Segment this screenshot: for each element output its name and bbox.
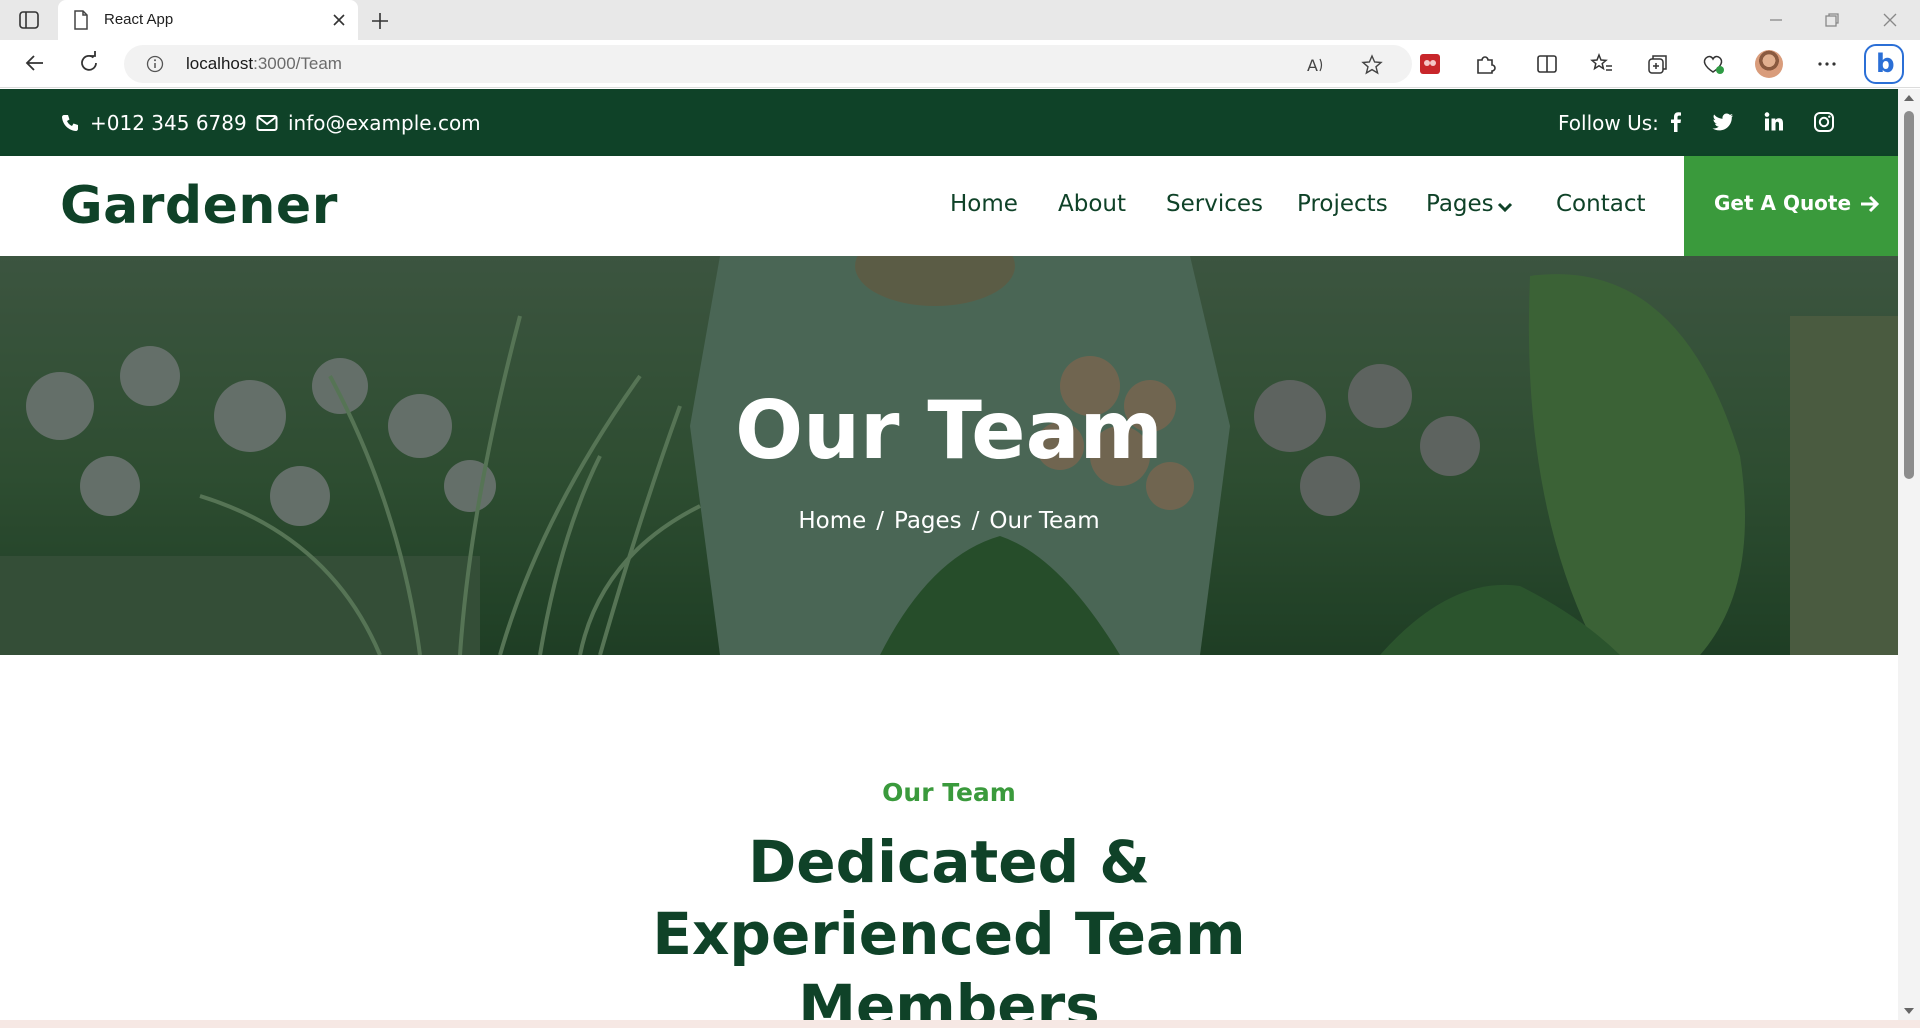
breadcrumb-home[interactable]: Home xyxy=(798,508,866,534)
page-icon xyxy=(74,10,88,30)
restore-icon[interactable] xyxy=(1820,8,1844,32)
close-window-icon[interactable] xyxy=(1878,8,1902,32)
section-eyebrow: Our Team xyxy=(882,778,1016,807)
url-host: localhost xyxy=(186,54,254,73)
collections-icon[interactable] xyxy=(1645,51,1671,77)
email-contact: info@example.com xyxy=(256,110,481,136)
favorite-star-icon[interactable] xyxy=(1360,53,1384,77)
phone-icon xyxy=(62,115,78,131)
address-bar[interactable]: localhost:3000/Team A xyxy=(124,45,1412,83)
browser-toolbar: localhost:3000/Team A b xyxy=(0,40,1920,88)
main-navbar: Gardener Home About Services Projects Pa… xyxy=(0,156,1898,256)
hero-title: Our Team xyxy=(735,384,1163,477)
split-screen-icon[interactable] xyxy=(1534,51,1560,77)
profile-avatar[interactable] xyxy=(1755,50,1783,78)
back-icon[interactable] xyxy=(22,50,48,76)
chevron-down-icon[interactable] xyxy=(1497,201,1513,213)
read-aloud-icon[interactable]: A xyxy=(1304,53,1328,77)
bottom-edge-strip xyxy=(0,1020,1920,1028)
breadcrumb: Home / Pages / Our Team xyxy=(0,508,1898,534)
svg-text:A: A xyxy=(1307,56,1318,75)
page-viewport: +012 345 6789 info@example.com Follow Us… xyxy=(0,89,1898,1020)
nav-link-services[interactable]: Services xyxy=(1166,191,1263,217)
follow-us-label: Follow Us: xyxy=(1558,111,1659,135)
envelope-icon xyxy=(256,115,278,131)
extension-red-icon[interactable] xyxy=(1417,51,1443,77)
copilot-icon[interactable]: b xyxy=(1864,44,1904,84)
refresh-icon[interactable] xyxy=(76,50,102,76)
favorites-icon[interactable] xyxy=(1589,51,1615,77)
email-address: info@example.com xyxy=(288,111,481,135)
scroll-thumb[interactable] xyxy=(1904,111,1914,479)
section-title: Dedicated & Experienced Team Members xyxy=(652,828,1246,1020)
url-path: :3000/Team xyxy=(253,54,342,73)
arrow-right-icon xyxy=(1861,195,1880,213)
linkedin-icon[interactable] xyxy=(1762,110,1786,134)
breadcrumb-separator: / xyxy=(971,508,980,534)
get-a-quote-button[interactable]: Get A Quote xyxy=(1684,156,1898,256)
topbar: +012 345 6789 info@example.com Follow Us… xyxy=(0,89,1898,156)
breadcrumb-current: Our Team xyxy=(989,508,1100,534)
minimize-icon[interactable] xyxy=(1764,8,1788,32)
breadcrumb-separator: / xyxy=(876,508,884,534)
scroll-down-icon[interactable] xyxy=(1903,1006,1915,1016)
phone-contact: +012 345 6789 xyxy=(60,110,247,136)
facebook-icon[interactable] xyxy=(1664,110,1688,134)
url-text: localhost:3000/Team xyxy=(186,54,342,74)
close-tab-icon[interactable] xyxy=(330,11,348,29)
browser-tab[interactable]: React App xyxy=(58,0,358,40)
site-info-icon[interactable] xyxy=(146,55,164,73)
page-header-hero: Our Team Home / Pages / Our Team xyxy=(0,256,1898,655)
browser-tabbar: React App xyxy=(0,0,1920,40)
quote-button-label: Get A Quote xyxy=(1714,191,1852,215)
nav-link-about[interactable]: About xyxy=(1058,191,1126,217)
extensions-puzzle-icon[interactable] xyxy=(1472,51,1498,77)
more-options-icon[interactable] xyxy=(1814,51,1840,77)
instagram-icon[interactable] xyxy=(1812,110,1836,134)
new-tab-icon[interactable] xyxy=(368,9,392,33)
nav-link-home[interactable]: Home xyxy=(950,191,1018,217)
nav-link-pages[interactable]: Pages xyxy=(1426,191,1494,217)
twitter-icon[interactable] xyxy=(1711,110,1735,134)
breadcrumb-pages[interactable]: Pages xyxy=(894,508,962,534)
nav-link-contact[interactable]: Contact xyxy=(1556,191,1645,217)
brand-logo[interactable]: Gardener xyxy=(60,176,338,236)
phone-number: +012 345 6789 xyxy=(90,111,247,135)
page-scrollbar[interactable] xyxy=(1898,89,1920,1020)
scroll-up-icon[interactable] xyxy=(1903,93,1915,103)
browser-health-icon[interactable] xyxy=(1700,51,1726,77)
tab-actions-icon[interactable] xyxy=(18,9,40,31)
nav-link-projects[interactable]: Projects xyxy=(1297,191,1388,217)
tab-title: React App xyxy=(104,11,174,28)
